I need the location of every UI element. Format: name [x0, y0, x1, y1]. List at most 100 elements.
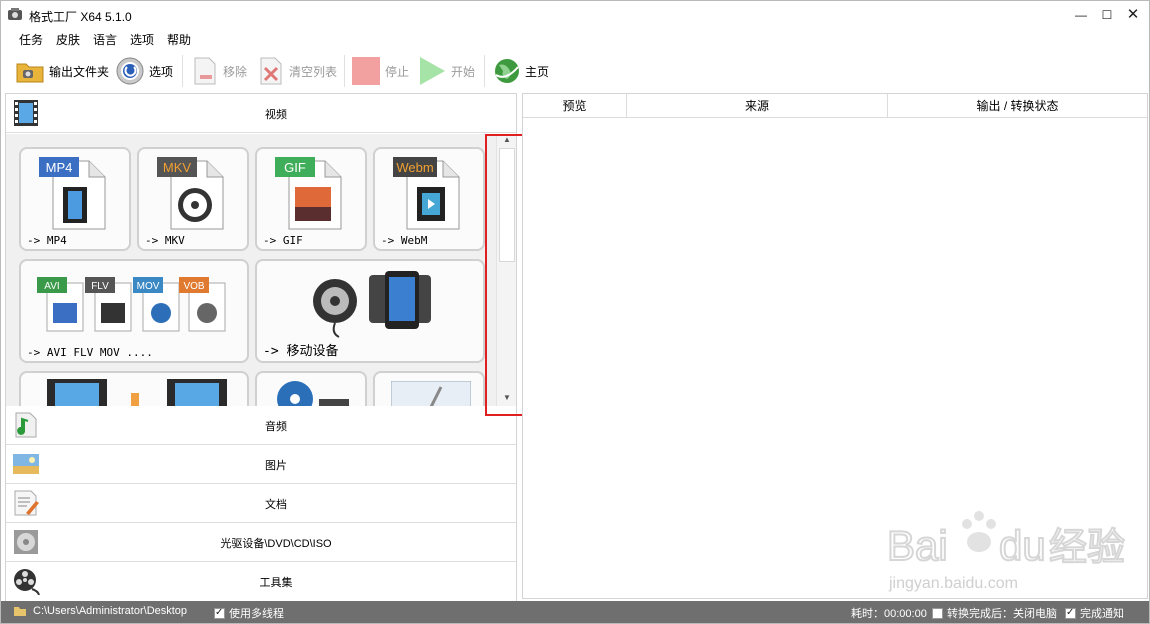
menu-skin[interactable]: 皮肤	[56, 31, 80, 48]
format-tile-partial-2[interactable]	[255, 371, 367, 406]
notify-option[interactable]: 完成通知	[1065, 605, 1124, 621]
multithread-label: 使用多线程	[229, 608, 284, 620]
menu-help[interactable]: 帮助	[167, 31, 191, 48]
elapsed-time: 耗时：00:00:00	[851, 605, 927, 621]
mobile-device-icon	[313, 271, 431, 338]
format-tile-partial-3[interactable]	[373, 371, 485, 406]
start-label: 开始	[451, 64, 476, 79]
svg-text:MP4: MP4	[46, 160, 73, 175]
category-tools[interactable]: 工具集	[6, 562, 516, 601]
format-tile-avi-flv-mov[interactable]: AVI FLV MOV VOB -> AVI FLV MOV ....	[19, 259, 249, 363]
stop-button[interactable]: 停止	[351, 55, 409, 87]
menu-options[interactable]: 选项	[130, 31, 154, 48]
tile-label-mkv: -> MKV	[145, 234, 185, 247]
title-bar: 格式工厂 X64 5.1.0 — ☐ ✕	[1, 1, 1149, 29]
app-window: 格式工厂 X64 5.1.0 — ☐ ✕ 任务 皮肤 语言 选项 帮助 输出文件…	[0, 0, 1150, 624]
tile-label-webm: -> WebM	[381, 234, 428, 247]
tile-label-mobile: -> 移动设备	[263, 344, 339, 359]
category-tools-label: 工具集	[259, 577, 293, 589]
column-output-status[interactable]: 输出 / 转换状态	[888, 94, 1147, 118]
folder-small-icon	[14, 607, 26, 616]
column-source[interactable]: 来源	[627, 94, 888, 118]
format-tile-webm[interactable]: Webm -> WebM	[373, 147, 485, 251]
folder-icon	[16, 63, 44, 83]
home-button[interactable]: 主页	[493, 55, 549, 87]
remove-button[interactable]: 移除	[191, 55, 247, 87]
svg-text:Webm: Webm	[396, 160, 433, 175]
category-image-label: 图片	[265, 460, 287, 472]
video-formats-grid: MP4 -> MP4 MKV -> MKV GIF -> GIF Webm ->…	[6, 134, 516, 406]
tile-label-avi-flv-mov: -> AVI FLV MOV ....	[27, 346, 153, 359]
toolbar: 输出文件夹 选项 移除 清空列表 停止 开始 主页	[1, 51, 1149, 91]
format-tile-gif[interactable]: GIF -> GIF	[255, 147, 367, 251]
gif-file-icon: GIF	[275, 157, 342, 230]
svg-text:du: du	[999, 522, 1046, 569]
film-reel-icon	[277, 381, 349, 406]
category-video[interactable]: 视频	[6, 94, 516, 133]
app-logo-icon	[8, 8, 22, 20]
category-image[interactable]: 图片	[6, 445, 516, 484]
format-tile-mp4[interactable]: MP4 -> MP4	[19, 147, 131, 251]
remove-label: 移除	[223, 64, 248, 79]
output-path[interactable]: C:\Users\Administrator\Desktop	[13, 605, 187, 617]
toolbar-separator	[344, 55, 345, 87]
svg-text:AVI: AVI	[44, 281, 59, 292]
output-folder-button[interactable]: 输出文件夹	[15, 55, 109, 87]
category-document-label: 文档	[265, 499, 287, 511]
tile-label-mp4: -> MP4	[27, 234, 67, 247]
svg-text:VOB: VOB	[183, 281, 204, 292]
notify-label: 完成通知	[1080, 608, 1124, 620]
crop-icon	[391, 381, 471, 406]
category-document[interactable]: 文档	[6, 484, 516, 523]
svg-text:经验: 经验	[1049, 525, 1125, 569]
baidu-watermark-logo: Bai du 经验 jingyan.baidu.com	[886, 511, 1126, 592]
svg-text:MKV: MKV	[163, 160, 192, 175]
clear-list-button[interactable]: 清空列表	[257, 55, 337, 87]
maximize-button[interactable]: ☐	[1095, 5, 1119, 25]
window-title: 格式工厂 X64 5.1.0	[29, 10, 132, 24]
multithread-option[interactable]: 使用多线程	[214, 605, 284, 621]
format-tile-mkv[interactable]: MKV -> MKV	[137, 147, 249, 251]
svg-text:MOV: MOV	[137, 281, 160, 292]
menu-language[interactable]: 语言	[93, 31, 117, 48]
home-label: 主页	[525, 64, 550, 79]
after-done-option[interactable]: 转换完成后：关闭电脑	[932, 605, 1057, 621]
clear-list-icon	[260, 57, 282, 85]
svg-text:Bai: Bai	[887, 522, 948, 569]
after-done-checkbox[interactable]	[932, 607, 943, 619]
svg-text:jingyan.baidu.com: jingyan.baidu.com	[888, 575, 1018, 592]
multithread-checkbox[interactable]	[214, 607, 225, 619]
close-button[interactable]: ✕	[1121, 5, 1145, 25]
remove-file-icon	[194, 57, 216, 85]
toolbar-separator	[484, 55, 485, 87]
video-edit-icon	[47, 379, 227, 406]
column-preview[interactable]: 预览	[523, 94, 627, 118]
status-bar: C:\Users\Administrator\Desktop 使用多线程 耗时：…	[1, 601, 1149, 623]
format-tile-partial-1[interactable]	[19, 371, 249, 406]
svg-text:FLV: FLV	[91, 281, 109, 292]
stop-label: 停止	[385, 64, 410, 79]
elapsed-time-text: 耗时：00:00:00	[851, 608, 927, 620]
output-path-text: C:\Users\Administrator\Desktop	[33, 605, 188, 617]
stop-icon	[352, 57, 380, 85]
toolbar-separator	[182, 55, 183, 87]
output-folder-label: 输出文件夹	[49, 64, 110, 79]
notify-checkbox[interactable]	[1065, 607, 1076, 619]
clear-list-label: 清空列表	[289, 64, 338, 79]
category-optical-label: 光驱设备\DVD\CD\ISO	[220, 538, 332, 550]
category-optical[interactable]: 光驱设备\DVD\CD\ISO	[6, 523, 516, 562]
options-label: 选项	[149, 64, 174, 79]
after-done-label: 转换完成后：关闭电脑	[947, 608, 1057, 620]
menu-task[interactable]: 任务	[19, 31, 43, 48]
options-button[interactable]: 选项	[115, 55, 173, 87]
multi-format-icons: AVI FLV MOV VOB	[37, 277, 226, 332]
format-tile-mobile[interactable]: -> 移动设备	[255, 259, 485, 363]
globe-icon	[495, 59, 519, 83]
category-video-label: 视频	[265, 109, 287, 121]
category-audio[interactable]: 音频	[6, 406, 516, 445]
start-button[interactable]: 开始	[417, 55, 475, 87]
category-panel: 视频 MP4 -> MP4 MKV -> MKV GIF -> GIF Webm…	[5, 93, 517, 601]
menu-bar: 任务 皮肤 语言 选项 帮助	[1, 29, 1149, 49]
gear-icon	[116, 57, 144, 85]
minimize-button[interactable]: —	[1069, 5, 1093, 25]
